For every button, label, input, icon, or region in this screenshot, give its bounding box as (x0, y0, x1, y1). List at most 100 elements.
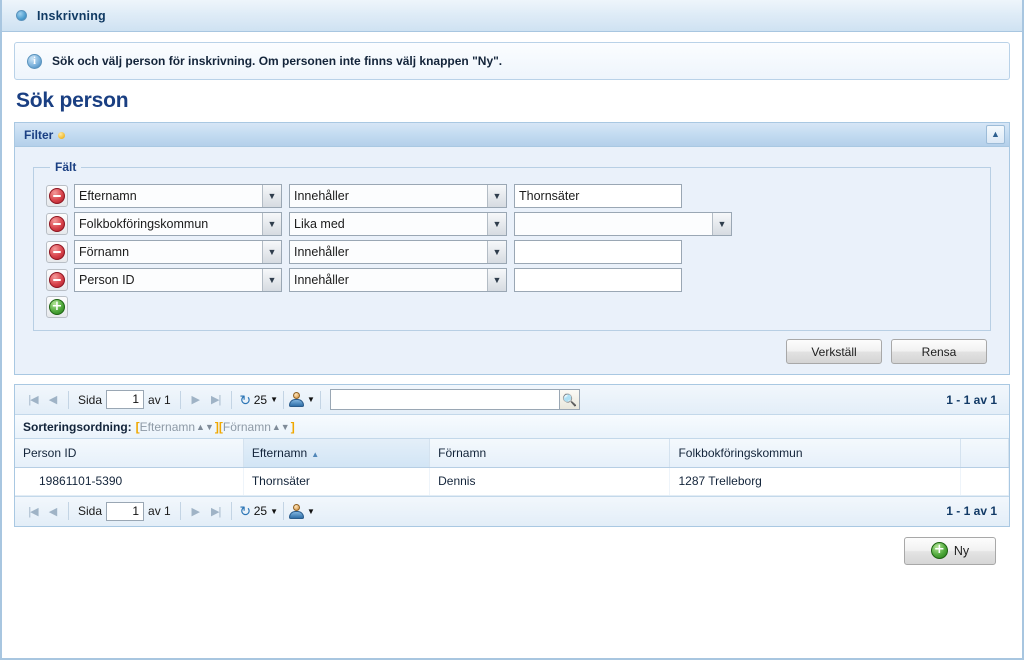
sort-direction-icon[interactable]: ▲▼ (272, 422, 290, 432)
search-icon[interactable]: 🔍 (558, 389, 580, 410)
info-bar-text: Sök och välj person för inskrivning. Om … (52, 54, 503, 68)
filter-field-select[interactable]: Person ID ▼ (74, 268, 282, 292)
filter-value-input[interactable]: Thornsäter (514, 184, 682, 208)
column-header-fornamn[interactable]: Förnamn (429, 439, 671, 468)
filter-panel-header[interactable]: Filter ▲ (15, 123, 1009, 147)
column-header-kommun[interactable]: Folkbokföringskommun (669, 439, 961, 468)
results-grid: |◀ ◀ Sida 1 av 1 ▶ ▶| ↻ 25 ▼ ▼ 🔍 1 - 1 a… (14, 384, 1010, 527)
chevron-down-icon: ▼ (262, 269, 281, 291)
chevron-down-icon: ▼ (270, 506, 278, 516)
person-view-selector[interactable]: ▼ (289, 503, 315, 519)
filter-operator-value: Lika med (294, 217, 345, 231)
filter-field-select[interactable]: Förnamn ▼ (74, 240, 282, 264)
filter-operator-select[interactable]: Lika med ▼ (289, 212, 507, 236)
sort-order-label: Sorteringsordning: (23, 419, 132, 434)
filter-field-value: Efternamn (79, 189, 137, 203)
sort-direction-icon[interactable]: ▲▼ (196, 422, 214, 432)
remove-filter-row-button[interactable] (46, 185, 68, 207)
window-title: Inskrivning (37, 8, 106, 23)
collapse-panel-button[interactable]: ▲ (986, 125, 1005, 144)
chevron-down-icon: ▼ (270, 395, 278, 404)
search-input[interactable] (329, 389, 560, 410)
table-row[interactable]: 19861101-5390 Thornsäter Dennis 1287 Tre… (15, 467, 1010, 496)
dirty-marker-icon (58, 132, 66, 139)
person-icon (289, 392, 304, 407)
person-view-selector[interactable]: ▼ (289, 392, 315, 407)
grid-pager-bottom: |◀ ◀ Sida 1 av 1 ▶ ▶| ↻ 25 ▼ ▼ 1 - 1 av … (15, 495, 1009, 526)
divider (230, 502, 232, 520)
column-header-efternamn[interactable]: Efternamn ▲ (243, 439, 431, 468)
prev-page-button[interactable]: ◀ (43, 390, 63, 410)
add-filter-row-button[interactable]: + (46, 296, 68, 318)
blue-circle-icon (16, 10, 27, 21)
page-label: Sida (78, 504, 103, 518)
chevron-down-icon: ▼ (712, 213, 731, 235)
refresh-icon[interactable]: ↻ (237, 391, 254, 408)
page-title: Sök person (16, 89, 129, 112)
last-page-button[interactable]: ▶| (206, 501, 226, 521)
filter-field-value: Folkbokföringskommun (79, 217, 209, 231)
sort-order-row: Sorteringsordning: [Efternamn▲▼][Förnamn… (15, 415, 1009, 439)
sort-field-efternamn[interactable]: Efternamn (140, 420, 195, 434)
chevron-down-icon: ▼ (307, 506, 315, 516)
chevron-down-icon: ▼ (487, 269, 506, 291)
first-page-button[interactable]: |◀ (23, 501, 43, 521)
remove-filter-row-button[interactable] (46, 241, 68, 263)
chevron-down-icon: ▼ (487, 185, 506, 207)
filter-value-select[interactable]: ▼ (514, 212, 732, 236)
filter-row: Folkbokföringskommun ▼ Lika med ▼ ▼ (46, 212, 978, 236)
grid-search: 🔍 (329, 389, 580, 410)
page-size-selector[interactable]: 25 ▼ (254, 504, 278, 518)
chevron-down-icon: ▼ (262, 241, 281, 263)
filter-value-input[interactable] (514, 268, 682, 292)
filter-operator-value: Innehåller (294, 189, 349, 203)
cell-person-id: 19861101-5390 (15, 467, 244, 496)
filter-panel-title: Filter (24, 127, 54, 142)
filter-operator-select[interactable]: Innehåller ▼ (289, 184, 507, 208)
divider (319, 390, 321, 409)
filter-row: Efternamn ▼ Innehåller ▼ Thornsäter (46, 184, 978, 208)
minus-circle-icon (49, 244, 65, 260)
refresh-icon[interactable]: ↻ (237, 503, 254, 520)
apply-filter-button[interactable]: Verkställ (786, 339, 882, 364)
divider (179, 502, 181, 520)
page-size-selector[interactable]: 25 ▼ (254, 393, 278, 407)
next-page-button[interactable]: ▶ (186, 390, 206, 410)
page-number-input[interactable]: 1 (106, 501, 145, 521)
clear-filter-button[interactable]: Rensa (891, 339, 987, 364)
filter-operator-select[interactable]: Innehåller ▼ (289, 268, 507, 292)
chevron-down-icon: ▼ (262, 185, 281, 207)
first-page-button[interactable]: |◀ (23, 390, 43, 410)
next-page-button[interactable]: ▶ (186, 501, 206, 521)
fields-fieldset: Fält Efternamn ▼ Innehåller ▼ Thornsäter… (33, 160, 991, 331)
new-person-label: Ny (953, 543, 970, 558)
filter-operator-value: Innehåller (294, 273, 349, 287)
add-filter-row-container: + (46, 296, 978, 318)
filter-operator-value: Innehåller (294, 245, 349, 259)
divider (283, 390, 284, 409)
page-number-input[interactable]: 1 (106, 390, 145, 409)
filter-field-select[interactable]: Efternamn ▼ (74, 184, 282, 208)
column-header-person-id[interactable]: Person ID (15, 439, 244, 468)
divider (179, 390, 181, 409)
column-header-extra[interactable] (960, 439, 1010, 468)
filter-operator-select[interactable]: Innehåller ▼ (289, 240, 507, 264)
divider (68, 502, 69, 520)
column-header-efternamn-label: Efternamn (251, 445, 308, 460)
filter-field-select[interactable]: Folkbokföringskommun ▼ (74, 212, 282, 236)
divider (283, 502, 284, 520)
remove-filter-row-button[interactable] (46, 213, 68, 235)
window-titlebar: Inskrivning (2, 0, 1022, 32)
chevron-down-icon: ▼ (487, 241, 506, 263)
cell-fornamn: Dennis (429, 467, 671, 496)
minus-circle-icon (49, 216, 65, 232)
last-page-button[interactable]: ▶| (206, 390, 226, 410)
sort-field-fornamn[interactable]: Förnamn (223, 420, 271, 434)
prev-page-button[interactable]: ◀ (43, 501, 63, 521)
remove-filter-row-button[interactable] (46, 269, 68, 291)
filter-value-input[interactable] (514, 240, 682, 264)
page-total-label: av 1 (148, 504, 171, 518)
page-size-value: 25 (253, 504, 268, 518)
new-person-button[interactable]: + Ny (904, 536, 996, 565)
cell-kommun: 1287 Trelleborg (669, 467, 961, 496)
